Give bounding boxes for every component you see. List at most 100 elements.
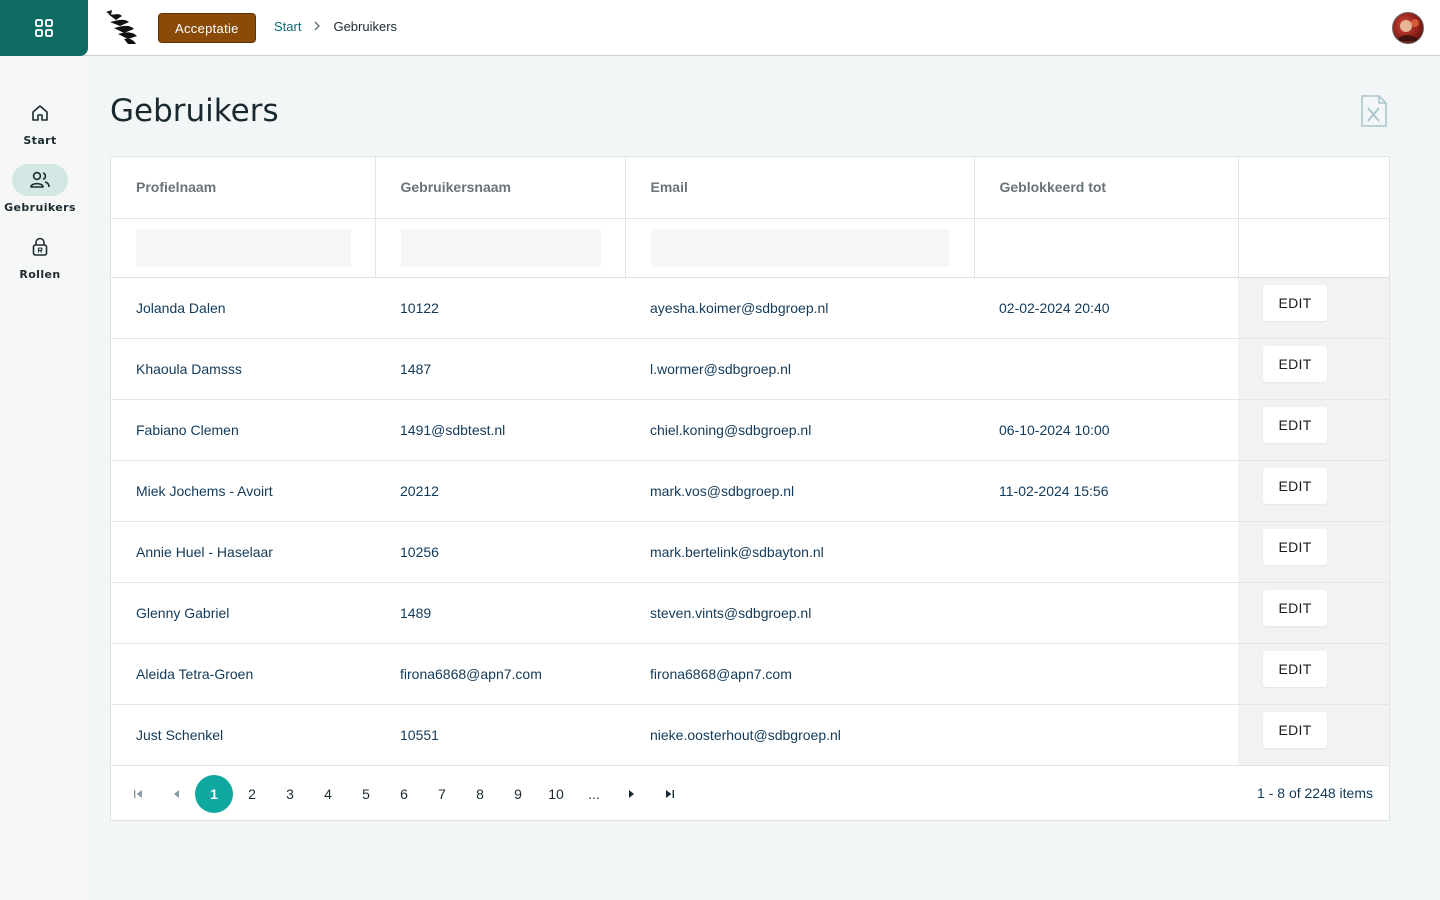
previous-page-button[interactable] [166,784,186,804]
caret-right-icon [629,790,634,798]
email-filter-input[interactable] [650,228,950,267]
table-row: Just Schenkel 10551 nieke.oosterhout@sdb… [111,704,1389,766]
sidebar-item-start-pill [12,97,68,129]
cell-geblokkeerd-tot: 11-02-2024 15:56 [974,460,1238,522]
cell-gebruikersnaam: firona6868@apn7.com [375,643,625,705]
cell-geblokkeerd-tot [974,582,1238,644]
edit-button[interactable]: EDIT [1263,589,1327,626]
users-icon [30,171,50,188]
table-row: Annie Huel - Haselaar 10256 mark.berteli… [111,521,1389,583]
page-7-button[interactable]: 7 [423,775,461,813]
cell-geblokkeerd-tot: 06-10-2024 10:00 [974,399,1238,461]
cell-action: EDIT [1238,704,1389,766]
table-header-row: Profielnaam Gebruikersnaam Email Geblokk… [111,157,1389,219]
edit-button[interactable]: EDIT [1263,406,1327,443]
table-row: Glenny Gabriel 1489 steven.vints@sdbgroe… [111,582,1389,644]
zebra-logo [106,10,137,44]
caret-left-icon [174,790,179,798]
cell-profielnaam: Khaoula Damsss [111,338,375,400]
cell-action: EDIT [1238,582,1389,644]
grid-apps-icon [35,19,53,37]
filter-cell-geblokkeerd-tot [974,218,1239,278]
page-title: Gebruikers [110,93,279,129]
sidebar-item-rollen[interactable]: Rollen [0,231,80,281]
app-launcher-button[interactable] [0,0,88,56]
edit-button[interactable]: EDIT [1263,467,1327,504]
more-pages-button[interactable]: ... [575,775,613,813]
cell-gebruikersnaam: 10256 [375,521,625,583]
users-grid: Profielnaam Gebruikersnaam Email Geblokk… [110,156,1390,821]
breadcrumb-home-link[interactable]: Start [274,19,301,34]
pagination-info: 1 - 8 of 2248 items [1257,785,1373,801]
cell-profielnaam: Fabiano Clemen [111,399,375,461]
breadcrumb-current: Gebruikers [333,19,398,34]
page-2-button[interactable]: 2 [233,775,271,813]
filter-cell-actions [1238,218,1389,278]
sidebar-item-label: Rollen [19,268,61,281]
cell-action: EDIT [1238,399,1389,461]
edit-button[interactable]: EDIT [1263,711,1327,748]
edit-button[interactable]: EDIT [1263,528,1327,565]
column-header-geblokkeerd-tot[interactable]: Geblokkeerd tot [974,157,1239,219]
last-page-icon [666,790,674,798]
page-3-button[interactable]: 3 [271,775,309,813]
cell-action: EDIT [1238,338,1389,400]
column-header-gebruikersnaam[interactable]: Gebruikersnaam [375,157,626,219]
column-header-actions [1238,157,1389,219]
cell-email: chiel.koning@sdbgroep.nl [625,399,974,461]
cell-action: EDIT [1238,643,1389,705]
table-row: Miek Jochems - Avoirt 20212 mark.vos@sdb… [111,460,1389,522]
table-row: Jolanda Dalen 10122 ayesha.koimer@sdbgro… [111,277,1389,339]
sidebar-item-gebruikers[interactable]: Gebruikers [0,164,80,214]
page-6-button[interactable]: 6 [385,775,423,813]
edit-button[interactable]: EDIT [1263,284,1327,321]
cell-email: ayesha.koimer@sdbgroep.nl [625,277,974,339]
table-row: Aleida Tetra-Groen firona6868@apn7.com f… [111,643,1389,705]
lock-icon [32,237,48,256]
last-page-button[interactable] [660,784,680,804]
cell-email: steven.vints@sdbgroep.nl [625,582,974,644]
sidebar-item-label: Start [23,134,57,147]
profielnaam-filter-input[interactable] [136,228,351,267]
page-5-button[interactable]: 5 [347,775,385,813]
page-4-button[interactable]: 4 [309,775,347,813]
excel-file-icon [1361,95,1387,127]
cell-geblokkeerd-tot: 02-02-2024 20:40 [974,277,1238,339]
edit-button[interactable]: EDIT [1263,650,1327,687]
page-8-button[interactable]: 8 [461,775,499,813]
cell-email: mark.bertelink@sdbayton.nl [625,521,974,583]
cell-gebruikersnaam: 10122 [375,277,625,339]
environment-badge[interactable]: Acceptatie [158,13,256,43]
next-page-button[interactable] [622,784,642,804]
first-page-icon [134,790,142,798]
edit-button[interactable]: EDIT [1263,345,1327,382]
page-9-button[interactable]: 9 [499,775,537,813]
cell-profielnaam: Aleida Tetra-Groen [111,643,375,705]
cell-profielnaam: Just Schenkel [111,704,375,766]
cell-geblokkeerd-tot [974,704,1238,766]
cell-geblokkeerd-tot [974,521,1238,583]
page-10-button[interactable]: 10 [537,775,575,813]
cell-gebruikersnaam: 1487 [375,338,625,400]
column-header-email[interactable]: Email [625,157,975,219]
cell-profielnaam: Annie Huel - Haselaar [111,521,375,583]
user-avatar[interactable] [1392,12,1424,44]
first-page-button[interactable] [128,784,148,804]
home-icon [32,105,48,121]
cell-action: EDIT [1238,460,1389,522]
cell-profielnaam: Glenny Gabriel [111,582,375,644]
column-header-profielnaam[interactable]: Profielnaam [111,157,376,219]
page-1-button[interactable]: 1 [195,775,233,813]
cell-gebruikersnaam: 1489 [375,582,625,644]
cell-gebruikersnaam: 1491@sdbtest.nl [375,399,625,461]
sidebar: Start Gebruikers Rollen [0,57,88,900]
cell-email: nieke.oosterhout@sdbgroep.nl [625,704,974,766]
sidebar-item-label: Gebruikers [4,201,76,214]
sidebar-item-start[interactable]: Start [0,97,80,147]
filter-cell-profielnaam [111,218,376,278]
gebruikersnaam-filter-input[interactable] [400,228,601,267]
cell-action: EDIT [1238,521,1389,583]
export-excel-button[interactable] [1360,95,1388,127]
filter-row [111,218,1389,278]
cell-gebruikersnaam: 20212 [375,460,625,522]
